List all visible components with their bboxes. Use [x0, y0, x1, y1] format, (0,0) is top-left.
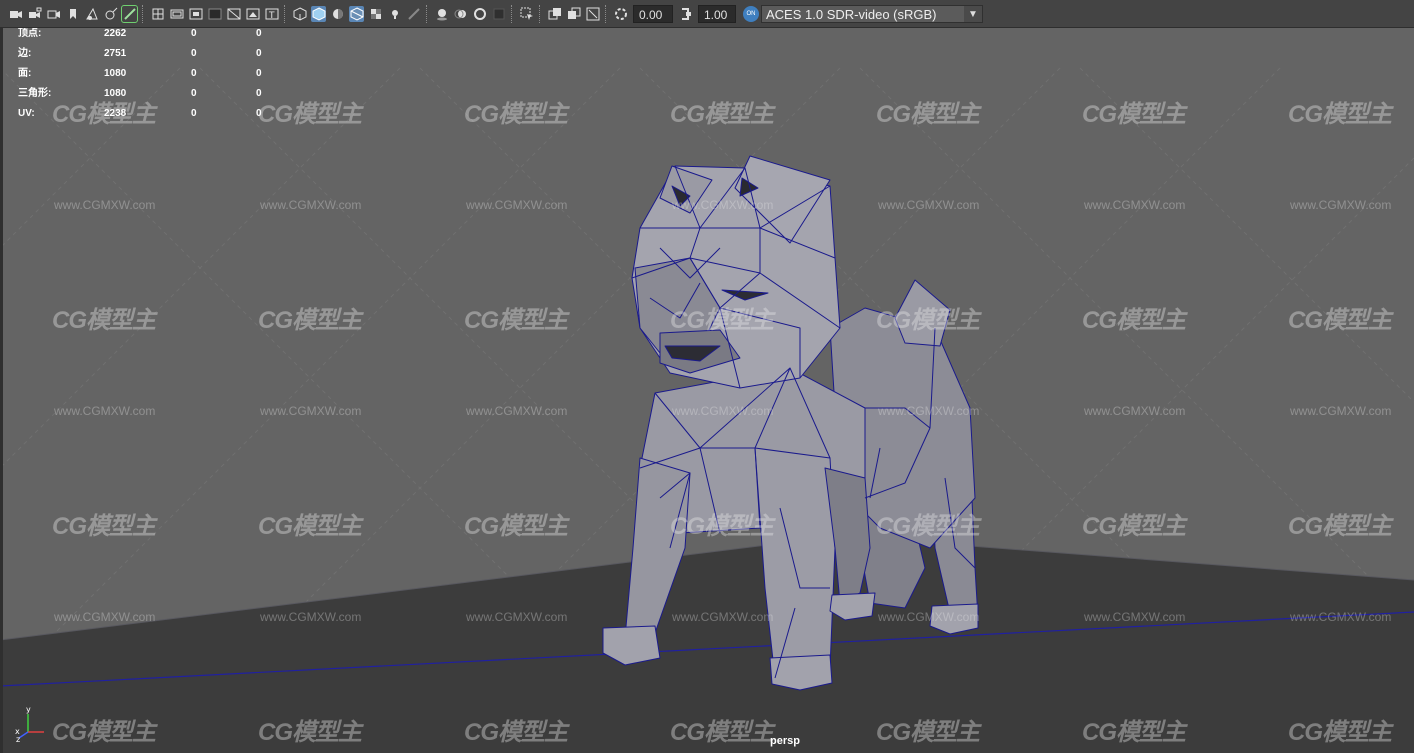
exposure-field[interactable]: 0.00: [633, 4, 673, 23]
watermark-url: www.CGMXW.com: [466, 404, 568, 418]
toolbar-separator: [605, 4, 608, 23]
watermark-url: www.CGMXW.com: [1084, 404, 1186, 418]
watermark-url: www.CGMXW.com: [672, 610, 774, 624]
watermark-url: www.CGMXW.com: [1290, 198, 1392, 212]
bookmark-icon[interactable]: [65, 6, 80, 22]
watermark-logo: CG模型主: [876, 101, 980, 128]
watermark-logo: CG模型主: [1288, 513, 1392, 540]
antialiasing-icon[interactable]: [472, 6, 487, 22]
image-plane-icon[interactable]: [84, 6, 99, 22]
watermark-logo: CG模型主: [876, 307, 980, 334]
watermark-logo: CG模型主: [1082, 307, 1186, 334]
watermark-logo: CG模型主: [1288, 307, 1392, 334]
watermark-logo: CG模型主: [670, 513, 774, 540]
watermark-logo: CG模型主: [52, 513, 156, 540]
resolution-gate-icon[interactable]: [188, 6, 203, 22]
colormanage-icon[interactable]: ON: [743, 5, 759, 22]
watermark-url: www.CGMXW.com: [1084, 610, 1186, 624]
camera-lock-icon[interactable]: [27, 6, 42, 22]
wireframe-on-shaded-icon[interactable]: [349, 5, 364, 22]
watermark-logo: CG模型主: [258, 719, 362, 746]
safe-action-icon[interactable]: [245, 6, 260, 22]
viewport-toolbar: T 0.00 1.00 ON ACES 1.0 SDR-video (sRGB)…: [0, 0, 1414, 28]
watermark-url: www.CGMXW.com: [260, 198, 362, 212]
motion-blur-icon[interactable]: [453, 6, 468, 22]
watermark-logo: CG模型主: [1288, 101, 1392, 128]
exposure-icon[interactable]: [613, 6, 628, 22]
axis-gizmo: y x z: [15, 705, 44, 742]
axis-y-label: y: [26, 705, 31, 714]
viewport-left-border: [0, 28, 3, 753]
wireframe-icon[interactable]: [292, 6, 307, 22]
color-space-value: ACES 1.0 SDR-video (sRGB): [766, 6, 937, 22]
camera-name-label: persp: [770, 735, 800, 747]
safe-title-icon[interactable]: T: [264, 6, 279, 22]
watermark-logo: CG模型主: [258, 307, 362, 334]
toolbar-separator: [511, 4, 514, 23]
watermark-logo: CG模型主: [464, 513, 568, 540]
watermark-url: www.CGMXW.com: [260, 610, 362, 624]
watermark-logo: CG模型主: [876, 513, 980, 540]
scene-canvas[interactable]: [0, 28, 1414, 753]
watermark-logo: CG模型主: [1288, 719, 1392, 746]
color-space-dropdown[interactable]: ACES 1.0 SDR-video (sRGB) ▼: [761, 4, 983, 23]
toolbar-separator: [426, 4, 429, 23]
field-chart-icon[interactable]: [226, 6, 241, 22]
textured-icon[interactable]: [368, 6, 383, 22]
isolate-select-icon[interactable]: [519, 6, 534, 22]
default-material-icon[interactable]: [330, 6, 345, 22]
gamma-field[interactable]: 1.00: [698, 4, 736, 23]
watermark-logo: CG模型主: [1082, 101, 1186, 128]
watermark-logo: CG模型主: [52, 719, 156, 746]
watermark-url: www.CGMXW.com: [54, 610, 156, 624]
watermark-logo: CG模型主: [52, 307, 156, 334]
3d-viewport[interactable]: CG模型主 CG模型主 CG模型主 CG模型主 CG模型主 CG模型主 CG模型主 CG模型主…: [0, 28, 1414, 753]
watermark-logo: CG模型主: [464, 307, 568, 334]
depth-of-field-icon[interactable]: [491, 6, 506, 22]
watermark-url: www.CGMXW.com: [54, 404, 156, 418]
watermark-url: www.CGMXW.com: [878, 610, 980, 624]
watermark-url: www.CGMXW.com: [878, 404, 980, 418]
lights-icon[interactable]: [387, 6, 402, 22]
xray-active-components-icon[interactable]: [566, 6, 581, 22]
chevron-down-icon[interactable]: ▼: [964, 5, 982, 22]
watermark-url: www.CGMXW.com: [672, 404, 774, 418]
2d-pan-zoom-icon[interactable]: [103, 6, 118, 22]
toolbar-separator: [284, 4, 287, 23]
watermark-logo: CG模型主: [670, 101, 774, 128]
watermark-logo: CG模型主: [670, 307, 774, 334]
smooth-shade-icon[interactable]: [311, 5, 326, 22]
film-gate-icon[interactable]: [169, 6, 184, 22]
watermark-url: www.CGMXW.com: [672, 198, 774, 212]
watermark-url: www.CGMXW.com: [878, 198, 980, 212]
watermark-url: www.CGMXW.com: [1290, 404, 1392, 418]
watermark-logo: CG模型主: [670, 719, 774, 746]
watermark-url: www.CGMXW.com: [1290, 610, 1392, 624]
shadows-icon[interactable]: [406, 6, 421, 22]
watermark-url: www.CGMXW.com: [260, 404, 362, 418]
toolbar-separator: [142, 4, 145, 23]
watermark-url: www.CGMXW.com: [466, 610, 568, 624]
camera-attributes-icon[interactable]: [46, 6, 61, 22]
svg-text:T: T: [268, 11, 275, 21]
watermark-logo: CG模型主: [876, 719, 980, 746]
watermark-logo: CG模型主: [464, 101, 568, 128]
gamma-icon[interactable]: [678, 6, 693, 22]
watermark-url: www.CGMXW.com: [1084, 198, 1186, 212]
watermark-url: www.CGMXW.com: [466, 198, 568, 212]
grease-pencil-icon[interactable]: [121, 4, 138, 23]
axis-z-label: z: [16, 735, 20, 742]
watermark-logo: CG模型主: [1082, 719, 1186, 746]
xray-icon[interactable]: [547, 6, 562, 22]
watermark-url: www.CGMXW.com: [54, 198, 156, 212]
gate-mask-icon[interactable]: [207, 6, 222, 22]
grid-icon[interactable]: [150, 6, 165, 22]
xray-joints-icon[interactable]: [585, 6, 600, 22]
camera-icon[interactable]: [8, 6, 23, 22]
toolbar-separator: [539, 4, 542, 23]
watermark-logo: CG模型主: [1082, 513, 1186, 540]
screen-space-ao-icon[interactable]: [434, 6, 449, 22]
watermark-logo: CG模型主: [464, 719, 568, 746]
watermark-logo: CG模型主: [258, 513, 362, 540]
